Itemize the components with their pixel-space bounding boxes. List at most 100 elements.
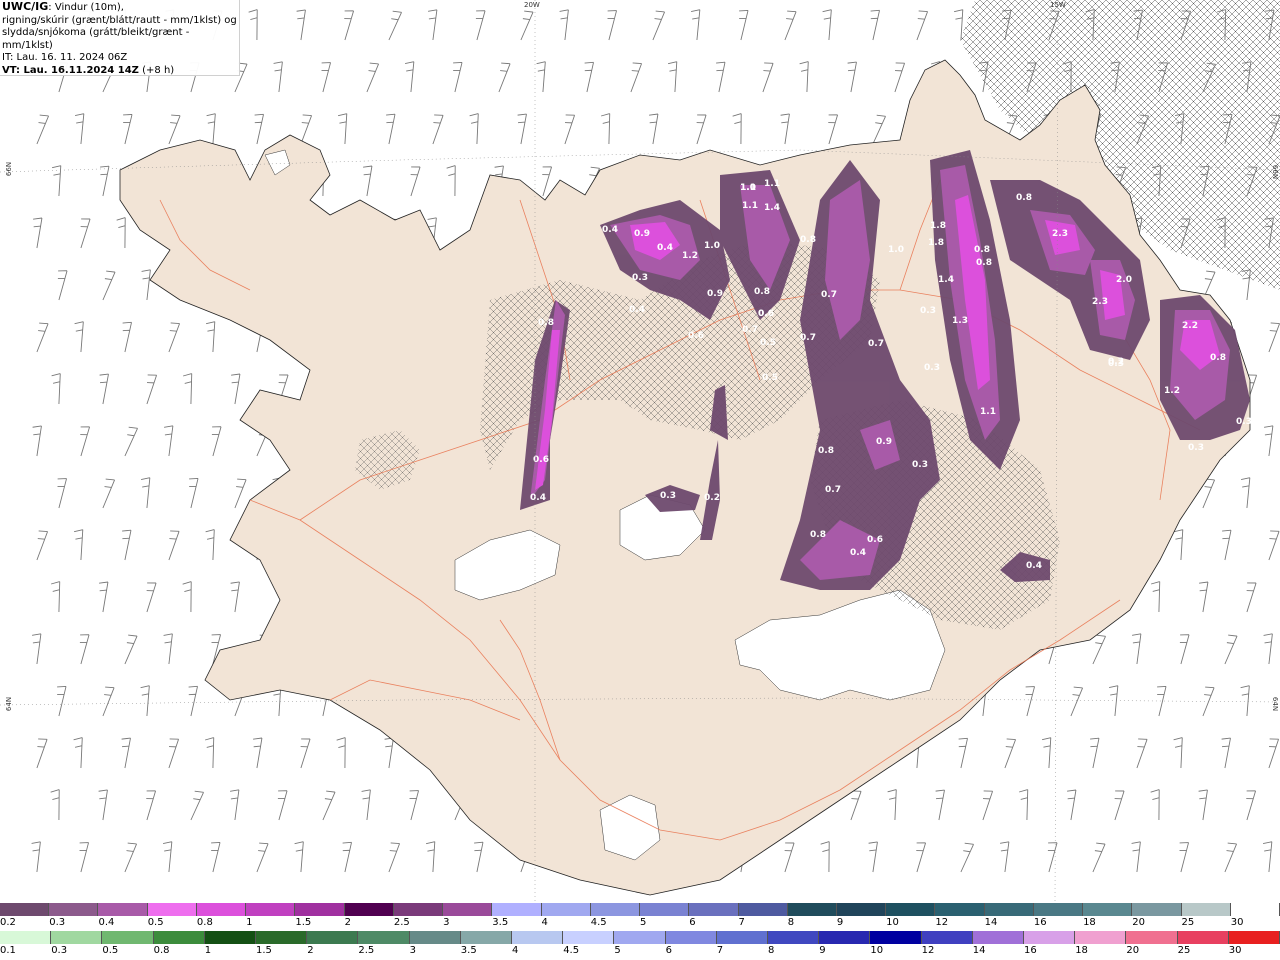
legend-swatch [492, 903, 542, 916]
legend-value: 0.4 [98, 917, 115, 928]
grid-label-66n-right: 66N [1271, 164, 1280, 180]
precip-value-label: 0.8 [974, 245, 990, 255]
legend-value: 4.5 [563, 945, 580, 956]
precip-value-label: 0.3 [1188, 443, 1204, 453]
legend-value: 0.8 [196, 917, 213, 928]
precip-value-label: 0.3 [920, 306, 936, 316]
legend-swatch [344, 903, 394, 916]
grid-label-66n-left: 66N [5, 161, 14, 177]
legend-value: 10 [870, 945, 884, 956]
precip-value-label: 0.8 [800, 235, 816, 245]
legend-swatch [307, 931, 359, 944]
legend-value: 12 [921, 945, 935, 956]
rain-legend-bar [0, 931, 1280, 944]
legend-swatch [716, 931, 769, 944]
precip-value-label: 1.1 [742, 201, 758, 211]
precip-value-label: 1.8 [928, 238, 944, 248]
legend-swatch [0, 931, 52, 944]
legend-value: 0.8 [153, 945, 170, 956]
precip-value-label: 0.8 [810, 530, 826, 540]
legend-value: 1.5 [295, 917, 312, 928]
precip-value-label: 0.3 [1108, 359, 1124, 369]
rain-legend-labels: 0.1 0.3 0.5 0.8 1 1.5 2 2.5 3 3.5 4 4.5 5 6 7 8 9 10 12 14 1… [0, 945, 1280, 957]
legend-swatch [984, 903, 1034, 916]
grid-label-20w: 20W [524, 1, 540, 9]
legend-value: 4 [541, 917, 548, 928]
legend-swatch [460, 931, 513, 944]
precip-value-label: 0.6 [758, 309, 774, 319]
precip-value-label: 0.3 [1236, 417, 1252, 427]
precip-value-label: 0.4 [602, 225, 618, 235]
legend-swatch [196, 903, 247, 916]
legend-value: 7 [738, 917, 745, 928]
precip-value-label: 0.3 [632, 273, 648, 283]
precip-value-label: 0.8 [538, 318, 554, 328]
precip-value-label: 2.2 [1182, 321, 1198, 331]
legend-value: 5 [640, 917, 647, 928]
precip-value-label: 0.3 [912, 460, 928, 470]
precip-value-label: 0.4 [657, 243, 673, 253]
legend-value: 0.5 [147, 917, 164, 928]
precip-value-label: 1.0 [888, 245, 904, 255]
legend-swatch [787, 903, 837, 916]
legend-swatch [51, 931, 103, 944]
legend-value: 16 [1024, 945, 1037, 956]
legend-value: 9 [819, 945, 826, 956]
precip-value-label: 1.4 [764, 203, 780, 213]
precip-value-label: 1.1 [980, 407, 996, 417]
legend-swatch [768, 931, 820, 944]
legend-value: 3.5 [460, 945, 477, 956]
precip-value-label: 0.2 [704, 493, 720, 503]
legend-swatch [1181, 903, 1231, 916]
precip-value-label: 0.6 [533, 455, 549, 465]
legend-swatch [443, 903, 493, 916]
precip-value-label: 0.9 [634, 229, 650, 239]
legend-swatch [153, 931, 205, 944]
legend-swatch [512, 931, 564, 944]
legend-value: 25 [1177, 945, 1191, 956]
legend-swatch [836, 903, 887, 916]
legend-swatch [147, 903, 197, 916]
weather-map: 0.4 0.9 0.4 0.3 1.2 1.0 0.9 1.0 1.1 1.4 1.1 1.1 0.8 0… [0, 0, 1280, 902]
legend-swatch [640, 903, 690, 916]
legend-swatch [204, 931, 257, 944]
grid-label-15w: 15W [1050, 1, 1066, 9]
valid-time-line: VT: Lau. 16.11.2024 14Z (+8 h) [2, 65, 237, 78]
precip-value-label: 0.4 [530, 493, 546, 503]
legend-swatch [886, 903, 936, 916]
precip-value-label: 1.8 [930, 221, 946, 231]
precip-value-label: 0.7 [742, 325, 758, 335]
legend-swatch [98, 903, 148, 916]
legend-value: 4.5 [590, 917, 607, 928]
precip-value-label: 1.4 [938, 275, 954, 285]
precip-value-label: 1.1 [764, 179, 780, 189]
model-name: UWC/IG [2, 0, 49, 13]
legend-value: 12 [935, 917, 949, 928]
legend-value: 18 [1083, 917, 1096, 928]
legend-value: 3.5 [492, 917, 509, 928]
precip-value-label: 0.3 [924, 363, 940, 373]
precip-value-label: 0.5 [762, 373, 778, 383]
legend-value: 2.5 [358, 945, 375, 956]
legend-value: 4 [512, 945, 519, 956]
legend-swatch [409, 931, 461, 944]
precip-value-label: 1.3 [952, 316, 968, 326]
precip-value-label: 2.3 [1052, 229, 1068, 239]
legend-swatch [1024, 931, 1076, 944]
legend-swatch [1033, 903, 1084, 916]
lead-time: (+8 h) [138, 64, 175, 76]
precip-value-label: 1.2 [1164, 386, 1180, 396]
precip-value-label: 1.1 [740, 183, 756, 193]
legend-value: 14 [972, 945, 986, 956]
precip-value-label: 0.4 [629, 305, 645, 315]
legend-value: 2 [344, 917, 351, 928]
legend-swatch [1230, 903, 1280, 916]
legend-value: 0.5 [102, 945, 119, 956]
legend-value: 2 [307, 945, 314, 956]
legend-swatch [665, 931, 717, 944]
legend-swatch [1132, 903, 1182, 916]
precip-value-label: 0.4 [850, 548, 866, 558]
precip-value-label: 0.7 [825, 485, 841, 495]
legend-swatch [295, 903, 345, 916]
legend-swatch [246, 903, 296, 916]
